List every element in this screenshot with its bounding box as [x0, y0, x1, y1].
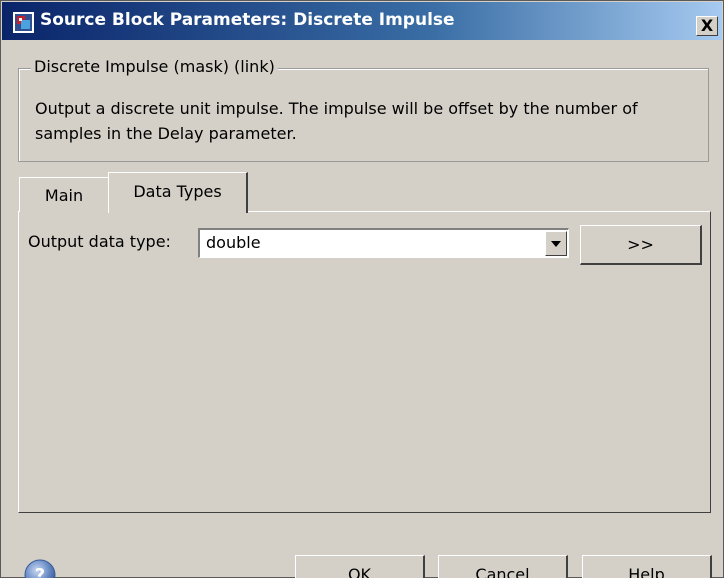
tab-main[interactable]: Main: [19, 177, 109, 212]
output-data-type-label: Output data type:: [28, 232, 171, 251]
svg-text:?: ?: [35, 565, 45, 578]
help-icon[interactable]: ?: [24, 559, 56, 578]
cancel-button[interactable]: Cancel: [438, 555, 568, 578]
description-text: Output a discrete unit impulse. The impu…: [35, 99, 638, 143]
close-button[interactable]: X: [696, 16, 718, 36]
chevron-down-icon[interactable]: [545, 231, 567, 256]
data-type-assistant-button[interactable]: >>: [580, 225, 702, 265]
title-bar[interactable]: Source Block Parameters: Discrete Impuls…: [2, 2, 722, 40]
tab-data-types[interactable]: Data Types: [108, 172, 248, 213]
output-data-type-select[interactable]: double: [198, 228, 569, 258]
output-data-type-value: double: [206, 233, 261, 252]
description-legend: Discrete Impulse (mask) (link): [31, 57, 278, 76]
window-title: Source Block Parameters: Discrete Impuls…: [40, 10, 455, 30]
simulink-block-icon: [13, 12, 34, 33]
help-button[interactable]: Help: [582, 555, 712, 578]
block-parameters-dialog: Source Block Parameters: Discrete Impuls…: [0, 0, 724, 578]
ok-button[interactable]: OK: [295, 555, 425, 578]
